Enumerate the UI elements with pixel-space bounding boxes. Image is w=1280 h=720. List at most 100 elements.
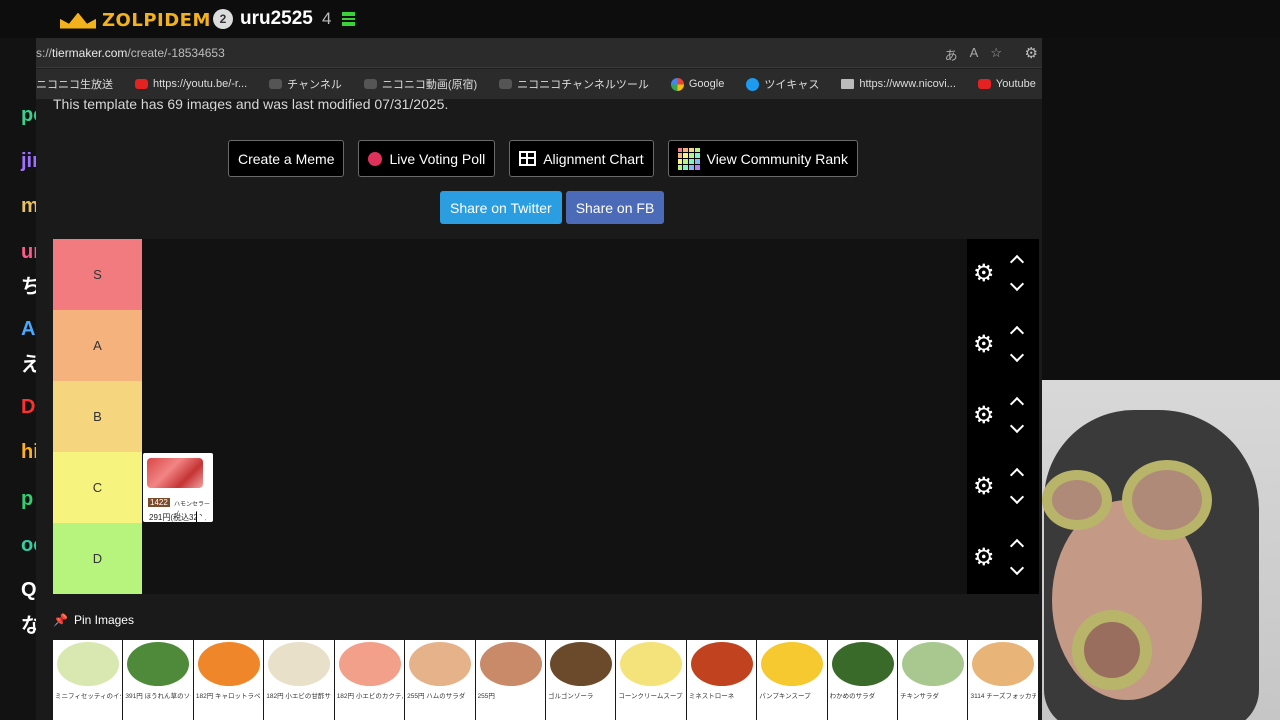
chat-message: Q [21,579,37,601]
star-icon[interactable]: ☆ [990,45,1002,64]
gallery-caption: 182円 キャロットラペ [195,693,261,700]
pin-images-toggle[interactable]: 📌 Pin Images [53,613,134,627]
tier-drop-zone[interactable]: 1422 ハモンセラーノ 291円(税込320円) [142,452,967,523]
gallery-caption: ゴルゴンゾーラ [547,693,594,700]
chevron-up-icon[interactable] [1009,325,1025,341]
gallery-item[interactable]: 182円 キャロットラペ [193,640,265,720]
bookmark-item[interactable]: Youtube [977,78,1036,90]
tier-list: S ⚙ A ⚙ B ⚙ C 1422 ハモンセラーノ 291円(税込32 ⚙ D… [53,239,1039,594]
youtube-icon [977,79,991,89]
tier-item-card[interactable]: 1422 ハモンセラーノ 291円(税込320円) [143,453,213,522]
gallery-item[interactable]: ミネストローネ [686,640,758,720]
grid-icon [519,151,537,166]
tier-label[interactable]: D [53,523,142,594]
gallery-caption: 182円 小エビの甘酢サラダ [266,693,332,700]
button-label: Alignment Chart [543,150,644,167]
share-twitter-button[interactable]: Share on Twitter [440,191,562,224]
gallery-item[interactable]: 182円 小エビの甘酢サラダ [264,640,335,720]
food-image [902,642,965,686]
chevron-down-icon[interactable] [1009,276,1025,292]
tier-drop-zone[interactable] [142,381,967,452]
tier-drop-zone[interactable] [142,310,967,381]
gear-icon[interactable]: ⚙ [973,333,997,357]
read-aloud-icon[interactable]: A [970,45,979,64]
gallery-item[interactable]: わかめのサラダ [827,640,899,720]
record-icon [368,151,383,166]
tier-drop-zone[interactable] [142,523,967,594]
food-image [620,642,683,686]
bookmark-item[interactable]: ニコニコチャンネルツール [499,76,649,92]
bookmark-item[interactable]: https://youtu.be/-r... [135,78,247,90]
browser-window: s://tiermaker.com/create/-18534653 あ A ☆… [36,38,1042,720]
url-prefix: s:// [36,46,53,60]
mail-icon [841,79,855,89]
address-bar[interactable]: s://tiermaker.com/create/-18534653 あ A ☆… [36,38,1042,68]
gallery-item[interactable]: 3114 チーズフォッカチオ [968,640,1039,720]
gallery-item[interactable]: コーンクリームスープ [616,640,687,720]
gallery-item[interactable]: ゴルゴンゾーラ [545,640,617,720]
food-image [57,642,119,686]
bookmark-item[interactable]: ニコニコ動画(原宿) [363,76,478,92]
alignment-chart-button[interactable]: Alignment Chart [509,140,654,177]
youtube-icon [135,79,148,89]
pin-label: Pin Images [73,613,134,627]
chat-message: p [21,488,34,510]
gear-icon[interactable]: ⚙ [973,262,997,286]
bookmark-label: チャンネル [287,79,342,91]
gallery-item[interactable]: 182円 小エビのカクテル [334,640,406,720]
food-image [972,642,1035,686]
chevron-up-icon[interactable] [1009,396,1025,412]
share-fb-button[interactable]: Share on FB [565,191,665,224]
bookmark-item[interactable]: https://www.nicovi... [841,78,956,90]
extensions-icon[interactable]: ⚙ [1025,44,1038,62]
gallery-item[interactable]: 391円 ほうれん草のソテー [123,640,194,720]
food-image [197,642,260,686]
twitcasting-icon [746,77,760,91]
bookmark-item[interactable]: ニコニコ生放送 [36,76,113,92]
gallery-item[interactable]: チキンサラダ [898,640,969,720]
rank-badge: 2 [213,9,233,29]
gallery-item[interactable]: パンプキンスープ [757,640,828,720]
chevron-down-icon[interactable] [1009,418,1025,434]
niconico-icon [363,79,377,89]
tier-label[interactable]: A [53,310,142,381]
translate-icon[interactable]: あ [945,45,958,64]
bookmark-label: ニコニコ動画(原宿) [381,79,478,91]
bookmark-item[interactable]: ツイキャス [746,76,819,92]
food-image [761,642,824,686]
url-text[interactable]: s://tiermaker.com/create/-18534653 [36,46,225,60]
create-meme-button[interactable]: Create a Meme [228,140,345,177]
chevron-down-icon[interactable] [1009,560,1025,576]
view-community-rank-button[interactable]: View Community Rank [667,140,858,177]
crown-icon [60,12,96,29]
food-image [479,642,542,686]
tier-label[interactable]: S [53,239,142,310]
tier-drop-zone[interactable] [142,239,967,310]
gallery-item[interactable]: ミニフィセッティのイタリアンサラダ [53,640,124,720]
tier-controls: ⚙ [967,381,1039,452]
gear-icon[interactable]: ⚙ [973,546,997,570]
image-gallery: ミニフィセッティのイタリアンサラダ 391円 ほうれん草のソテー 182円 キャロッ… [53,640,1039,720]
chat-message: A [21,318,36,340]
chevron-down-icon[interactable] [1009,347,1025,363]
tiermaker-page: This template has 69 images and was last… [36,99,1042,720]
chevron-up-icon[interactable] [1009,538,1025,554]
chevron-up-icon[interactable] [1009,254,1025,270]
gallery-caption: ミニフィセッティのイタリアンサラダ [55,693,121,700]
bookmark-item[interactable]: チャンネル [269,76,342,92]
gallery-caption: 391円 ほうれん草のソテー [125,693,191,700]
tier-label[interactable]: B [53,381,142,452]
signal-icon [342,12,355,26]
chevron-down-icon[interactable] [1009,489,1025,505]
gear-icon[interactable]: ⚙ [973,475,997,499]
chevron-up-icon[interactable] [1009,467,1025,483]
food-image [338,642,401,686]
bookmark-label: Google [688,78,725,90]
item-price: 291円(税込320円) [149,513,202,522]
live-voting-poll-button[interactable]: Live Voting Poll [358,140,496,177]
gallery-item[interactable]: 255円 ハムのサラダ [405,640,476,720]
bookmark-item[interactable]: Google [670,77,725,91]
tier-label[interactable]: C [53,452,142,523]
gallery-item[interactable]: 255円 [475,640,546,720]
gear-icon[interactable]: ⚙ [973,404,997,428]
